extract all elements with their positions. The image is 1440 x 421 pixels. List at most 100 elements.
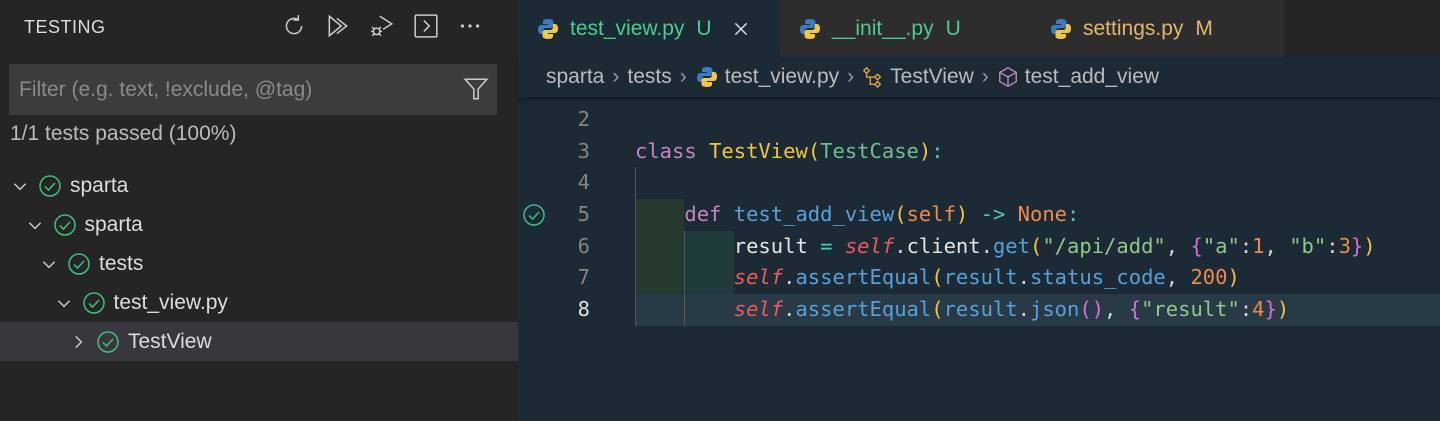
- code-token: self: [844, 233, 895, 258]
- tree-item-label: sparta: [84, 212, 143, 236]
- code-token: TestCase: [820, 138, 919, 163]
- code-token: ): [918, 138, 932, 163]
- chevron-right-icon[interactable]: [66, 333, 90, 351]
- code-token: "a": [1202, 233, 1240, 258]
- code-token: 1: [1252, 233, 1265, 258]
- tree-item[interactable]: test_view.py: [0, 283, 518, 322]
- code-line: 4: [518, 167, 1440, 199]
- code-token: json: [1029, 297, 1080, 322]
- line-number: 2: [577, 107, 590, 131]
- tab-status-badge: M: [1195, 16, 1213, 40]
- close-icon[interactable]: [732, 20, 750, 38]
- tab-testviewpy[interactable]: test_view.py U: [518, 0, 780, 57]
- code-token: (: [894, 202, 907, 227]
- code-token: self: [733, 265, 784, 290]
- chevron-right-icon: ›: [612, 65, 620, 88]
- code-token: (: [931, 265, 944, 290]
- code-token: ): [1276, 297, 1290, 322]
- method-icon: [997, 66, 1019, 88]
- breadcrumb: sparta › tests › test_view.py › TestView › test_…: [518, 57, 1440, 97]
- code-token: self: [906, 202, 956, 227]
- breadcrumb-label: tests: [627, 65, 672, 88]
- code-token: .: [1017, 297, 1030, 322]
- code-token: TestView: [709, 138, 808, 163]
- passed-icon: [53, 213, 77, 237]
- code-token: =: [807, 233, 845, 258]
- line-number: 4: [577, 170, 590, 195]
- chevron-right-icon: ›: [847, 65, 855, 88]
- code-token: ,: [1104, 297, 1129, 322]
- code-line: 3 class TestView(TestCase):: [518, 136, 1440, 168]
- filter-icon[interactable]: [463, 76, 489, 107]
- tree-item[interactable]: sparta: [0, 205, 518, 244]
- breadcrumb-item[interactable]: sparta: [546, 65, 604, 89]
- chevron-down-icon[interactable]: [8, 177, 32, 195]
- python-icon: [536, 17, 560, 41]
- chevron-down-icon[interactable]: [52, 294, 76, 312]
- breadcrumb-item[interactable]: TestView: [862, 65, 974, 89]
- passed-icon: [67, 252, 91, 276]
- code-token: assertEqual: [795, 265, 932, 290]
- code-token: :: [1067, 202, 1080, 227]
- testing-sidebar: TESTING 1/1 tests passed (100%) spartasp…: [0, 0, 518, 421]
- breadcrumb-item[interactable]: test_add_view: [997, 65, 1159, 89]
- code-token: ,: [1165, 265, 1191, 290]
- code-token: :: [1239, 297, 1253, 322]
- editor-tabs: test_view.py U __init__.py U settings.py M: [518, 0, 1440, 57]
- code-token: ,: [1264, 233, 1290, 258]
- code-token: .: [783, 297, 796, 322]
- code-text: self.assertEqual(result.status_code, 200…: [635, 262, 1240, 294]
- code-token: result: [943, 297, 1018, 322]
- breadcrumb-label: test_view.py: [724, 65, 840, 88]
- breadcrumb-item[interactable]: test_view.py: [695, 65, 839, 89]
- breadcrumb-label: test_add_view: [1024, 65, 1160, 88]
- code-token: }: [1264, 297, 1277, 322]
- code-token: ): [1363, 233, 1376, 258]
- chevron-down-icon[interactable]: [23, 216, 47, 234]
- line-number: 7: [577, 265, 590, 290]
- code-token: get: [992, 233, 1030, 258]
- code-editor[interactable]: 2 3 class TestView(TestCase): 4 5 def test_a…: [518, 104, 1440, 326]
- breadcrumb-item[interactable]: tests: [627, 65, 671, 89]
- filter-box: [9, 64, 497, 115]
- line-number: 3: [577, 138, 590, 163]
- code-line: 8 self.assertEqual(result.json(), {"resu…: [518, 294, 1440, 326]
- code-token: 3: [1338, 233, 1351, 258]
- run-all-icon[interactable]: [324, 12, 352, 40]
- terminal-icon[interactable]: [412, 12, 440, 40]
- code-token: result: [943, 265, 1018, 290]
- line-number: 8: [577, 297, 590, 322]
- python-icon: [1049, 17, 1073, 41]
- code-token: def: [684, 202, 734, 227]
- code-token: .: [894, 233, 907, 258]
- tab-label: __init__.py: [832, 16, 934, 40]
- chevron-down-icon[interactable]: [37, 255, 61, 273]
- more-icon[interactable]: [456, 12, 484, 40]
- code-line: 2: [518, 104, 1440, 136]
- tab-label: test_view.py: [570, 16, 685, 40]
- code-token: 200: [1190, 265, 1228, 290]
- tab-initpy[interactable]: __init__.py U: [780, 0, 1031, 57]
- tree-item-label: TestView: [128, 329, 212, 353]
- code-token: ): [955, 202, 969, 227]
- tab-label: settings.py: [1083, 16, 1184, 40]
- code-token: }: [1350, 233, 1364, 258]
- tree-item[interactable]: TestView: [0, 322, 518, 361]
- code-token: (): [1079, 297, 1105, 322]
- filter-input[interactable]: [19, 77, 449, 102]
- code-token: class: [635, 138, 710, 163]
- tab-settingspy[interactable]: settings.py M: [1031, 0, 1284, 57]
- test-tree: sparta sparta tests test_view.py TestView: [0, 166, 518, 361]
- tree-item[interactable]: tests: [0, 244, 518, 283]
- code-token: result: [733, 233, 808, 258]
- code-token: ,: [1165, 233, 1191, 258]
- breadcrumb-label: sparta: [546, 65, 605, 88]
- tree-item-label: sparta: [70, 173, 129, 197]
- code-token: {: [1128, 297, 1142, 322]
- debug-all-icon[interactable]: [368, 12, 396, 40]
- sidebar-title: TESTING: [24, 17, 106, 37]
- tree-item[interactable]: sparta: [0, 166, 518, 205]
- refresh-icon[interactable]: [280, 12, 308, 40]
- code-token: status_code: [1029, 265, 1166, 290]
